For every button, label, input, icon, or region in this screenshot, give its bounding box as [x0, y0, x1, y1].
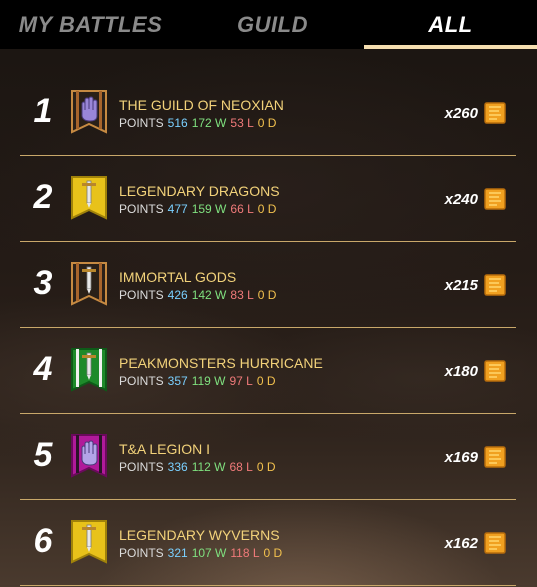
losses-value: 83 L [230, 288, 254, 302]
points-value: 357 [167, 374, 188, 388]
guild-stats: POINTS 321 107 W 118 L0 D [119, 546, 286, 560]
reward-amount: x162 [444, 535, 478, 552]
points-label: POINTS [119, 288, 164, 302]
merit-icon [484, 188, 506, 210]
wins-value: 159 W [191, 202, 227, 216]
tab-my-battles[interactable]: MY BATTLES [0, 0, 181, 49]
points-value: 321 [167, 546, 188, 560]
sword-yellow-banner-icon [71, 176, 107, 220]
reward-amount: x240 [444, 191, 478, 208]
draws-value: 0 D [257, 202, 277, 216]
tab-label: ALL [428, 11, 473, 37]
losses-value: 118 L [230, 546, 260, 560]
wins-value: 119 W [191, 374, 226, 388]
losses-value: 53 L [230, 116, 254, 130]
losses-value: 66 L [230, 202, 254, 216]
points-value: 477 [167, 202, 188, 216]
sword-black-banner-icon [71, 262, 107, 306]
draws-value: 0 D [256, 374, 276, 388]
leaderboard-row[interactable]: 3 IMMORTAL GODS POINTS 426 142 W 83 L0 D x2… [20, 242, 516, 328]
tab-label: GUILD [237, 11, 308, 37]
guild-leaderboard: 1 THE GUILD OF NEOXIAN POINTS 516 172 W 53 … [0, 70, 537, 586]
wins-value: 142 W [191, 288, 227, 302]
guild-stats: POINTS 426 142 W 83 L0 D [119, 288, 280, 302]
reward-amount: x180 [444, 363, 478, 380]
sword-yellow-banner-icon [71, 520, 107, 564]
draws-value: 0 D [263, 546, 283, 560]
leaderboard-row[interactable]: 2 LEGENDARY DRAGONS POINTS 477 159 W 66 L0 … [20, 156, 516, 242]
rank-number: 4 [33, 350, 53, 388]
merit-icon [484, 532, 506, 554]
merit-icon [484, 102, 506, 124]
points-label: POINTS [119, 460, 164, 474]
tab-label: MY BATTLES [18, 11, 163, 37]
points-label: POINTS [119, 374, 164, 388]
rank-number: 2 [33, 178, 53, 216]
sword-green-banner-icon [71, 348, 107, 392]
rank-number: 3 [33, 264, 53, 302]
guild-stats: POINTS 516 172 W 53 L0 D [119, 116, 280, 130]
guild-name: T&A LEGION I [119, 441, 211, 457]
reward-amount: x169 [444, 449, 478, 466]
points-label: POINTS [119, 546, 164, 560]
points-label: POINTS [119, 202, 164, 216]
points-value: 426 [167, 288, 188, 302]
draws-value: 0 D [257, 116, 277, 130]
hand-magenta-banner-icon [71, 434, 107, 478]
tab-guild[interactable]: GUILD [181, 0, 364, 49]
leaderboard-row[interactable]: 1 THE GUILD OF NEOXIAN POINTS 516 172 W 53 … [20, 70, 516, 156]
reward-amount: x215 [444, 277, 478, 294]
losses-value: 68 L [229, 460, 253, 474]
active-tab-indicator [364, 45, 537, 49]
losses-value: 97 L [229, 374, 253, 388]
reward-amount: x260 [444, 105, 478, 122]
guild-stats: POINTS 477 159 W 66 L0 D [119, 202, 280, 216]
hand-black-purple-icon [71, 90, 107, 134]
merit-icon [484, 274, 506, 296]
leaderboard-row[interactable]: 4 PEAKMONSTERS HURRICANE POINTS 357 119 W9… [20, 328, 516, 414]
points-value: 516 [167, 116, 188, 130]
rank-number: 6 [33, 522, 53, 560]
guild-name: PEAKMONSTERS HURRICANE [119, 355, 323, 371]
draws-value: 0 D [257, 288, 277, 302]
guild-stats: POINTS 336 112 W 68 L0 D [119, 460, 280, 474]
wins-value: 172 W [191, 116, 227, 130]
guild-name: LEGENDARY WYVERNS [119, 527, 280, 543]
wins-value: 107 W [191, 546, 227, 560]
guild-name: THE GUILD OF NEOXIAN [119, 97, 284, 113]
guild-name: IMMORTAL GODS [119, 269, 237, 285]
rank-number: 5 [33, 436, 53, 474]
tab-bar: MY BATTLES GUILD ALL [0, 0, 537, 49]
guild-stats: POINTS 357 119 W 97 L0 D [119, 374, 280, 388]
draws-value: 0 D [256, 460, 276, 474]
rank-number: 1 [33, 92, 53, 130]
leaderboard-row[interactable]: 5 T&A LEGION I POINTS 336 112 W 68 L0 D x16… [20, 414, 516, 500]
points-value: 336 [167, 460, 188, 474]
points-label: POINTS [119, 116, 164, 130]
tab-all[interactable]: ALL [364, 0, 537, 49]
merit-icon [484, 446, 506, 468]
wins-value: 112 W [191, 460, 226, 474]
guild-name: LEGENDARY DRAGONS [119, 183, 280, 199]
merit-icon [484, 360, 506, 382]
leaderboard-row[interactable]: 6 LEGENDARY WYVERNS POINTS 321 107 W 118 L0… [20, 500, 516, 586]
